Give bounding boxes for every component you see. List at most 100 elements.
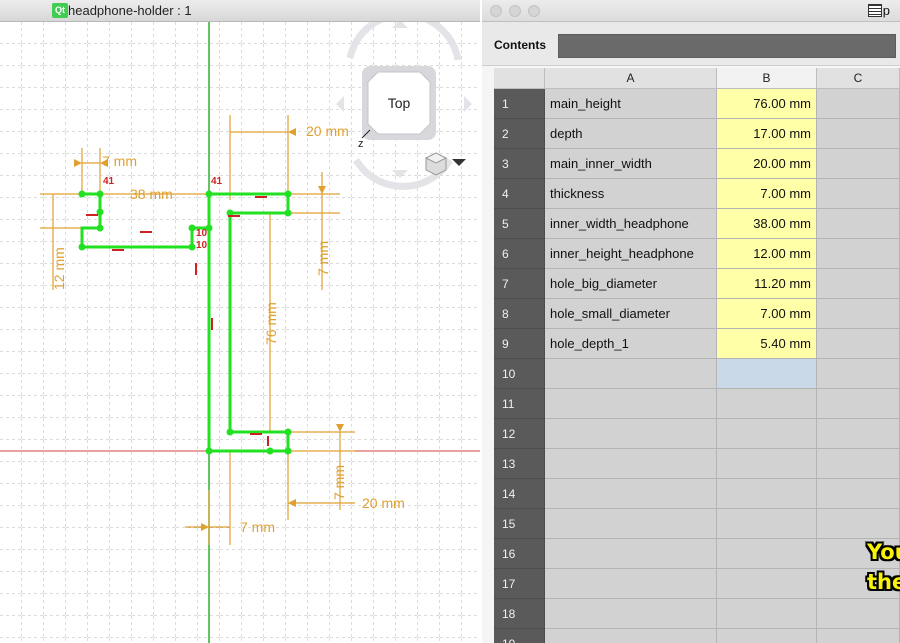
dim-label-hook-width[interactable]: 38 mm <box>130 186 173 202</box>
row-header[interactable]: 1 <box>494 89 545 119</box>
sketch-drawing[interactable]: 20 mm 7 mm 38 mm 12 mm 76 mm 7 mm 7 mm 2… <box>0 22 480 643</box>
cell-a[interactable] <box>545 359 717 389</box>
sketch-title-bar[interactable]: Qt headphone-holder : 1 <box>0 0 480 22</box>
row-header[interactable]: 18 <box>494 599 545 629</box>
table-row: 7 hole_big_diameter 11.20 mm <box>494 269 900 299</box>
cell-a[interactable]: hole_big_diameter <box>545 269 717 299</box>
dim-label-bottom-left-thickness[interactable]: 7 mm <box>240 519 275 535</box>
row-header[interactable]: 11 <box>494 389 545 419</box>
cell-b[interactable]: 7.00 mm <box>717 299 817 329</box>
row-header[interactable]: 10 <box>494 359 545 389</box>
row-header[interactable]: 12 <box>494 419 545 449</box>
dim-label-top-width[interactable]: 20 mm <box>306 123 349 139</box>
cell-c[interactable] <box>817 509 900 539</box>
cell-b[interactable] <box>717 389 817 419</box>
cell-c[interactable] <box>817 89 900 119</box>
row-header[interactable]: 19 <box>494 629 545 643</box>
cell-a[interactable] <box>545 389 717 419</box>
cell-b[interactable] <box>717 509 817 539</box>
cell-b[interactable] <box>717 539 817 569</box>
row-header[interactable]: 7 <box>494 269 545 299</box>
column-header-a[interactable]: A <box>545 68 717 89</box>
view-menu-cube-icon[interactable] <box>424 152 448 176</box>
cell-b[interactable] <box>717 419 817 449</box>
cell-a[interactable]: main_height <box>545 89 717 119</box>
cell-b[interactable]: 17.00 mm <box>717 119 817 149</box>
cell-b[interactable]: 38.00 mm <box>717 209 817 239</box>
row-header[interactable]: 2 <box>494 119 545 149</box>
cell-c[interactable] <box>817 419 900 449</box>
column-header-b[interactable]: B <box>717 68 817 89</box>
row-header[interactable]: 16 <box>494 539 545 569</box>
cell-b[interactable] <box>717 629 817 643</box>
cell-a[interactable] <box>545 419 717 449</box>
row-header[interactable]: 8 <box>494 299 545 329</box>
cell-b[interactable]: 76.00 mm <box>717 89 817 119</box>
cell-b[interactable] <box>717 359 817 389</box>
minimize-window-button[interactable] <box>509 5 521 17</box>
cell-a[interactable]: thickness <box>545 179 717 209</box>
cell-c[interactable] <box>817 179 900 209</box>
column-header-c[interactable]: C <box>817 68 900 89</box>
cell-a[interactable]: hole_depth_1 <box>545 329 717 359</box>
dim-label-main-height[interactable]: 76 mm <box>263 302 279 345</box>
cell-a[interactable] <box>545 479 717 509</box>
cell-b[interactable] <box>717 449 817 479</box>
cell-c[interactable] <box>817 149 900 179</box>
caption-line-2: the FreeCAD file to suit your needs <box>867 570 900 594</box>
cell-b[interactable]: 7.00 mm <box>717 179 817 209</box>
row-header[interactable]: 5 <box>494 209 545 239</box>
cell-a[interactable] <box>545 569 717 599</box>
cell-c[interactable] <box>817 449 900 479</box>
row-header[interactable]: 4 <box>494 179 545 209</box>
corner-select-all[interactable] <box>494 68 545 89</box>
cell-b[interactable]: 12.00 mm <box>717 239 817 269</box>
dim-label-hook-height[interactable]: 12 mm <box>51 247 67 290</box>
row-header[interactable]: 13 <box>494 449 545 479</box>
dim-label-bottom-width[interactable]: 20 mm <box>362 495 405 511</box>
row-header[interactable]: 6 <box>494 239 545 269</box>
cell-a[interactable] <box>545 629 717 643</box>
cell-b[interactable] <box>717 569 817 599</box>
row-header[interactable]: 15 <box>494 509 545 539</box>
cell-a[interactable]: hole_small_diameter <box>545 299 717 329</box>
table-row: 3 main_inner_width 20.00 mm <box>494 149 900 179</box>
dim-label-top-right-thickness[interactable]: 7 mm <box>315 241 331 276</box>
cell-c[interactable] <box>817 209 900 239</box>
row-header[interactable]: 3 <box>494 149 545 179</box>
cell-a[interactable]: inner_width_headphone <box>545 209 717 239</box>
zoom-window-button[interactable] <box>528 5 540 17</box>
sketch-canvas[interactable]: 20 mm 7 mm 38 mm 12 mm 76 mm 7 mm 7 mm 2… <box>0 22 480 643</box>
cell-c[interactable] <box>817 389 900 419</box>
cell-b[interactable]: 11.20 mm <box>717 269 817 299</box>
cell-b[interactable] <box>717 599 817 629</box>
cell-a[interactable] <box>545 449 717 479</box>
cell-b[interactable]: 20.00 mm <box>717 149 817 179</box>
spreadsheet-title-bar[interactable]: p <box>482 0 900 22</box>
cell-b[interactable]: 5.40 mm <box>717 329 817 359</box>
dim-label-bottom-thickness[interactable]: 7 mm <box>331 465 347 500</box>
cell-c[interactable] <box>817 629 900 643</box>
cell-c[interactable] <box>817 479 900 509</box>
row-header[interactable]: 14 <box>494 479 545 509</box>
cell-a[interactable] <box>545 509 717 539</box>
cell-c[interactable] <box>817 359 900 389</box>
row-header[interactable]: 17 <box>494 569 545 599</box>
row-header[interactable]: 9 <box>494 329 545 359</box>
cell-a[interactable]: main_inner_width <box>545 149 717 179</box>
cell-c[interactable] <box>817 239 900 269</box>
cell-a[interactable]: inner_height_headphone <box>545 239 717 269</box>
cell-a[interactable]: depth <box>545 119 717 149</box>
cell-c[interactable] <box>817 269 900 299</box>
cell-a[interactable] <box>545 599 717 629</box>
constraint-label: 10 <box>196 240 208 251</box>
cell-c[interactable] <box>817 329 900 359</box>
contents-input[interactable] <box>558 34 896 58</box>
spreadsheet-grid[interactable]: A B C 1 main_height 76.00 mm 2 depth 17.00 mm… <box>494 68 900 643</box>
cell-c[interactable] <box>817 599 900 629</box>
cell-b[interactable] <box>717 479 817 509</box>
cell-c[interactable] <box>817 119 900 149</box>
cell-a[interactable] <box>545 539 717 569</box>
close-window-button[interactable] <box>490 5 502 17</box>
cell-c[interactable] <box>817 299 900 329</box>
